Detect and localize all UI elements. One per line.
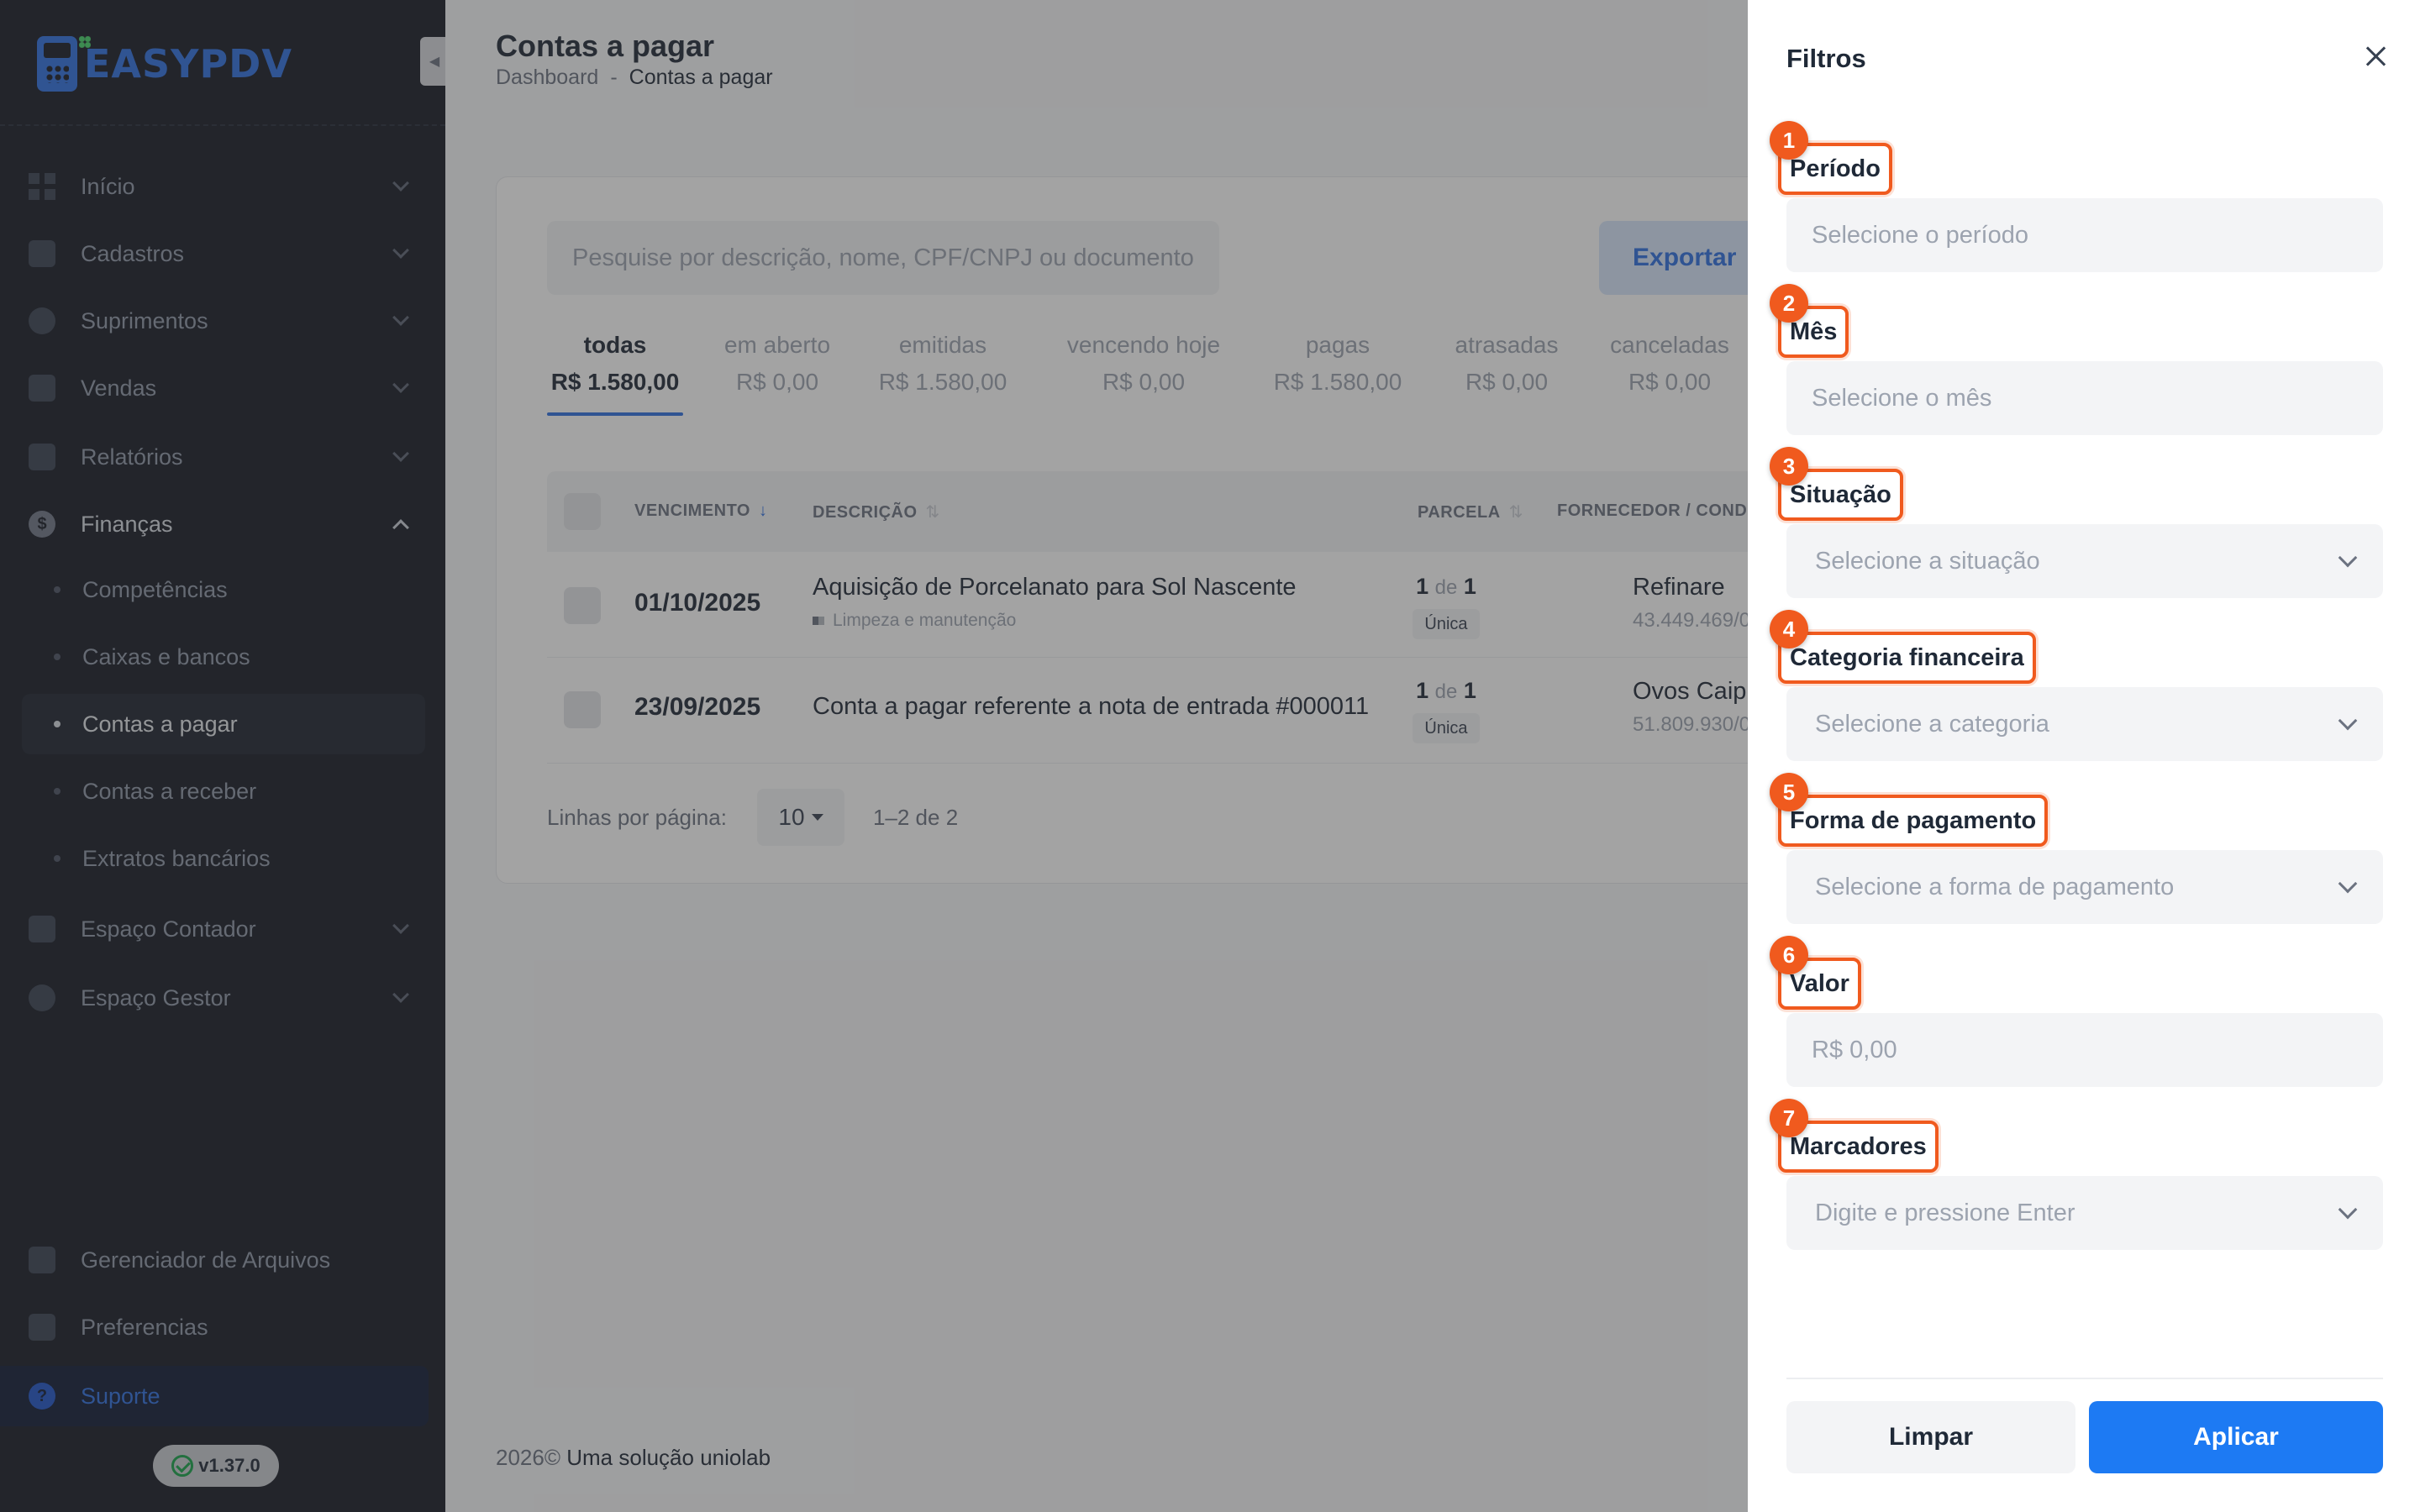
filter-label-text: Período [1790, 155, 1881, 182]
chevron-down-icon [2338, 548, 2358, 568]
filter-label-text: Valor [1790, 969, 1849, 997]
clear-filters-label: Limpar [1888, 1423, 1974, 1451]
field-placeholder: Selecione a categoria [1815, 710, 2049, 738]
field-placeholder: R$ 0,00 [1812, 1036, 1897, 1063]
filters-title: Filtros [1786, 44, 1866, 73]
filter-label-text: Categoria financeira [1790, 643, 2024, 671]
step-number-badge: 1 [1770, 121, 1808, 160]
step-number-badge: 6 [1770, 936, 1808, 974]
step-number-badge: 2 [1770, 284, 1808, 323]
modal-backdrop[interactable] [0, 0, 1748, 1512]
step-number-badge: 3 [1770, 447, 1808, 486]
step-number-badge: 5 [1770, 773, 1808, 811]
category-select[interactable]: Selecione a categoria [1786, 687, 2383, 761]
field-placeholder: Selecione o mês [1812, 384, 1992, 412]
field-placeholder: Digite e pressione Enter [1815, 1199, 2075, 1226]
amount-field[interactable]: R$ 0,00 [1786, 1013, 2383, 1087]
filter-label-text: Situação [1790, 480, 1891, 508]
filter-label-text: Marcadores [1790, 1132, 1927, 1160]
filters-drawer: Filtros Período 1 Selecione o período Mê… [1748, 0, 2420, 1512]
field-placeholder: Selecione o período [1812, 221, 2028, 249]
filter-label-categoria: Categoria financeira [1778, 632, 2036, 684]
chevron-down-icon [2338, 874, 2358, 894]
month-field[interactable]: Selecione o mês [1786, 361, 2383, 435]
apply-filters-label: Aplicar [2193, 1423, 2279, 1451]
chevron-down-icon [2338, 1200, 2358, 1220]
filter-label-text: Forma de pagamento [1790, 806, 2037, 834]
field-placeholder: Selecione a forma de pagamento [1815, 873, 2175, 900]
tags-select[interactable]: Digite e pressione Enter [1786, 1176, 2383, 1250]
close-icon[interactable] [2363, 44, 2388, 69]
filter-label-text: Mês [1790, 318, 1838, 345]
step-number-badge: 4 [1770, 610, 1808, 648]
filter-label-forma-pagamento: Forma de pagamento [1778, 795, 2049, 847]
field-placeholder: Selecione a situação [1815, 547, 2040, 575]
clear-filters-button[interactable]: Limpar [1786, 1401, 2075, 1473]
drawer-divider [1786, 1378, 2383, 1379]
chevron-down-icon [2338, 711, 2358, 731]
period-field[interactable]: Selecione o período [1786, 198, 2383, 272]
payment-method-select[interactable]: Selecione a forma de pagamento [1786, 850, 2383, 924]
step-number-badge: 7 [1770, 1099, 1808, 1137]
apply-filters-button[interactable]: Aplicar [2089, 1401, 2383, 1473]
status-select[interactable]: Selecione a situação [1786, 524, 2383, 598]
